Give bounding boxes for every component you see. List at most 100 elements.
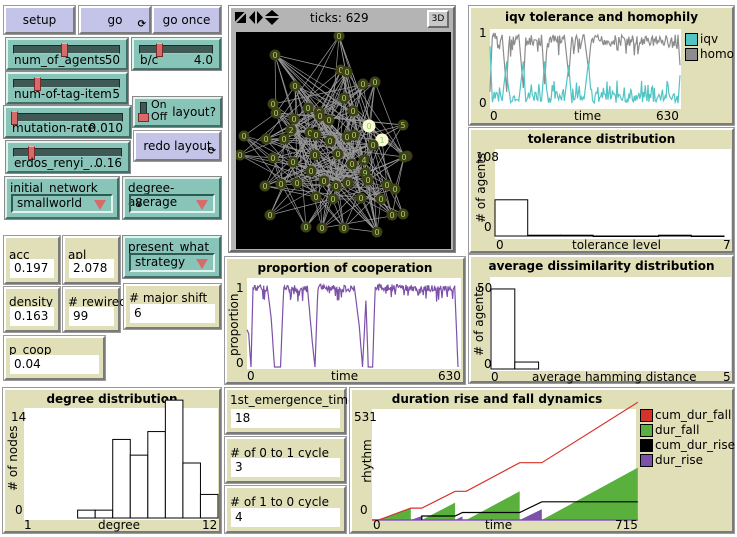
series-line-iqv	[489, 46, 681, 105]
network-node: 0	[333, 30, 345, 42]
y-tick-max: 1	[479, 26, 487, 40]
network-graph: 0000000000000020000000000015000000400000…	[234, 30, 413, 238]
histogram-bar	[527, 234, 561, 237]
dropdown-arrow-icon[interactable]	[196, 200, 208, 210]
node-label: 0	[384, 181, 389, 190]
redo-layout-button[interactable]: redo layout ⟳	[133, 130, 222, 162]
setup-button[interactable]: setup	[3, 5, 76, 35]
slider-b-c[interactable]: b/c 4.0	[131, 37, 222, 71]
vertical-resize-icon[interactable]	[265, 10, 279, 28]
slider-value: 50	[104, 53, 120, 67]
network-node: 0	[375, 193, 387, 205]
slider-num-of-tag-item[interactable]: num-of-tag-item 5	[5, 71, 129, 105]
chooser-present-what[interactable]: present_what strategy	[122, 235, 222, 279]
chooser-select[interactable]: smallworld	[11, 194, 113, 213]
go-once-button[interactable]: go once	[151, 5, 222, 35]
network-node: 0	[310, 129, 322, 141]
x-axis-label: tolerance level	[572, 238, 661, 252]
histogram-bar	[658, 234, 692, 237]
legend-swatch	[640, 438, 653, 452]
switch-label: layout?	[172, 105, 216, 119]
slider-value: 5	[112, 87, 120, 101]
monitor-first-emergence: 1st_emergence_time 18	[224, 387, 355, 435]
network-node: 0	[338, 92, 350, 104]
x-tick-min: 0	[496, 238, 504, 252]
network-node: 0	[260, 133, 272, 145]
chooser-value: smallworld	[17, 196, 83, 210]
slider-num-of-agents[interactable]: num_of_agents 50	[5, 37, 129, 71]
forever-icon: ⟳	[137, 19, 146, 30]
monitor-p-coop: p_coop 0.04	[3, 335, 106, 381]
network-node: 0	[386, 209, 398, 221]
node-label: 0	[372, 78, 377, 87]
legend-label: dur_fall	[655, 423, 700, 437]
plot-duration-rise-fall: duration rise and fall dynamics 531 0 rh…	[349, 387, 735, 534]
go-button[interactable]: go ⟳	[78, 5, 152, 35]
chooser-select[interactable]: 8	[129, 194, 215, 213]
network-node: 0	[324, 135, 336, 147]
y-tick-min: 0	[484, 357, 492, 371]
chooser-degree-average[interactable]: degree-average 8	[122, 176, 222, 220]
edit-view-icon[interactable]	[234, 11, 247, 24]
node-label: 0	[327, 137, 332, 146]
network-node: 0	[300, 221, 312, 233]
plot-degree-distribution: degree distribution 14 0 # of nodes 1 de…	[2, 387, 222, 534]
node-label: 2	[288, 126, 293, 135]
monitor-cycle-0-to-1: # of 0 to 1 cycle 3	[224, 436, 347, 484]
dropdown-arrow-icon[interactable]	[196, 259, 208, 269]
dropdown-arrow-icon[interactable]	[94, 200, 106, 210]
network-node: 0	[362, 119, 376, 133]
network-node: 0	[355, 192, 367, 204]
network-node: 0	[275, 178, 287, 190]
node-label: 0	[374, 228, 379, 237]
series-line-homo	[489, 32, 681, 92]
legend-item-iqv: iqv	[685, 32, 718, 46]
horizontal-resize-icon[interactable]	[249, 11, 263, 27]
y-tick-min: 0	[236, 356, 244, 370]
node-label: 4	[361, 156, 366, 165]
network-node: 0	[369, 76, 381, 88]
node-label: 0	[308, 167, 313, 176]
switch-knob[interactable]	[138, 113, 149, 122]
histogram-bar	[164, 399, 184, 519]
histogram-bar	[199, 493, 219, 519]
x-tick-max: 7	[723, 238, 731, 252]
y-axis-label: rhythm	[360, 439, 374, 483]
network-node: 0	[316, 222, 328, 234]
legend-item-dur-rise: dur_rise	[640, 453, 703, 467]
layout-switch[interactable]: On Off layout?	[132, 96, 223, 128]
node-label: 0	[326, 116, 331, 125]
histogram-bar	[182, 462, 201, 519]
network-node: 0	[267, 152, 279, 164]
legend-label: cum_dur_fall	[655, 408, 732, 422]
legend-swatch	[685, 47, 698, 61]
network-node: 0	[305, 165, 317, 177]
slider-mutation-rate[interactable]: mutation-rate 0.010	[3, 105, 132, 139]
network-node: 0	[289, 80, 301, 92]
legend-swatch	[685, 32, 698, 46]
network-edge	[243, 112, 277, 137]
node-label: 0	[341, 94, 346, 103]
node-label: 0	[281, 135, 286, 144]
monitor-value: 0.197	[10, 259, 54, 278]
y-tick-min: 0	[15, 503, 23, 517]
node-label: 0	[366, 122, 371, 131]
monitor-value: 4	[231, 508, 340, 527]
legend-swatch	[640, 408, 653, 422]
slider-erdos-renyi[interactable]: erdos_renyi_... 0.16	[5, 140, 131, 174]
node-label: 0	[360, 80, 365, 89]
world-canvas[interactable]: 0000000000000020000000000015000000400000…	[234, 30, 451, 249]
chooser-select[interactable]: strategy	[129, 253, 215, 272]
plot-average-dissimilarity: average dissimilarity distribution 50 0 …	[468, 254, 735, 384]
node-label: 0	[273, 109, 278, 118]
histogram-bar	[559, 234, 594, 237]
node-label: 0	[349, 160, 354, 169]
chooser-initial-network[interactable]: initial_network smallworld	[4, 176, 120, 220]
x-tick-min: 1	[24, 518, 32, 532]
legend-label: dur_rise	[655, 453, 704, 467]
3d-button[interactable]: 3D	[427, 10, 449, 28]
chooser-label: present_what	[128, 240, 210, 254]
network-node: 0	[314, 110, 326, 122]
world-view: ticks: 629 3D 00000000000000200000000000…	[228, 5, 456, 253]
x-tick-max: 630	[656, 109, 679, 123]
